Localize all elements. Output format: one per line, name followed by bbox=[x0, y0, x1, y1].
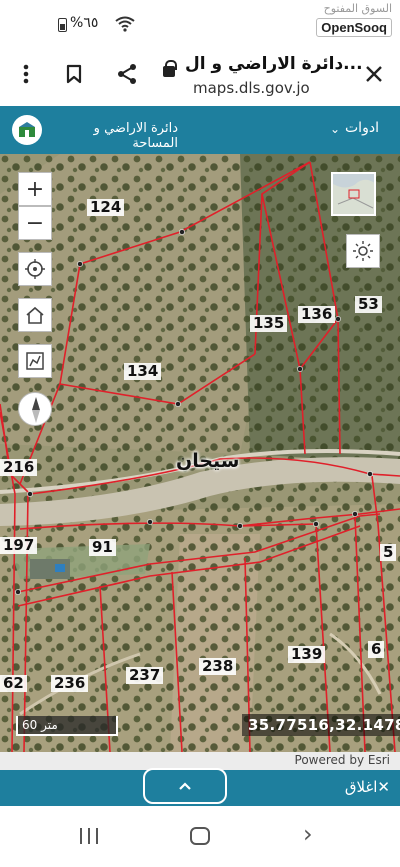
watermark-brand: OpenSooq bbox=[316, 18, 392, 37]
watermark-arabic: السوق المفتوح bbox=[323, 2, 392, 15]
parcel-label[interactable]: 6 bbox=[368, 641, 385, 658]
app-header: دائرة الاراضي و المساحة ⌄ ادوات bbox=[0, 106, 400, 154]
share-icon[interactable] bbox=[113, 60, 141, 88]
parcel-label[interactable]: 124 bbox=[87, 199, 125, 216]
battery-icon bbox=[58, 18, 67, 32]
system-nav-bar: › bbox=[0, 806, 400, 867]
basemap-toggle-sun-icon[interactable] bbox=[346, 234, 380, 268]
parcel-label[interactable]: 237 bbox=[126, 667, 164, 684]
home-icon[interactable] bbox=[18, 298, 52, 332]
close-label: اغلاق bbox=[344, 778, 378, 796]
chevron-down-icon[interactable]: ⌄ bbox=[330, 122, 340, 136]
close-tab-icon[interactable] bbox=[360, 60, 388, 88]
back-chevron-icon[interactable]: › bbox=[303, 820, 313, 848]
parcel-label[interactable]: 62 bbox=[0, 675, 27, 692]
bookmark-icon[interactable] bbox=[60, 60, 88, 88]
parcel-label[interactable]: 216 bbox=[0, 459, 38, 476]
coordinates-readout: 35.77516,32.14782 bbox=[242, 714, 400, 736]
parcel-label[interactable]: 139 bbox=[288, 646, 326, 663]
parcel-label[interactable]: 197 bbox=[0, 537, 38, 554]
parcel-label[interactable]: 91 bbox=[89, 539, 116, 556]
battery-level: %٦٥ bbox=[70, 15, 99, 31]
overview-map[interactable] bbox=[331, 172, 376, 216]
wifi-icon bbox=[115, 16, 135, 32]
browser-toolbar: دائرة الاراضي و ال... maps.dls.gov.jo bbox=[0, 44, 400, 106]
area-name-label: سيحان bbox=[176, 450, 240, 472]
compass-icon[interactable] bbox=[18, 392, 52, 426]
more-options-icon[interactable] bbox=[12, 60, 40, 88]
parcel-label[interactable]: 238 bbox=[199, 658, 237, 675]
attribution-text: Powered by Esri bbox=[294, 753, 390, 767]
lock-icon bbox=[163, 60, 177, 77]
url-text[interactable]: maps.dls.gov.jo bbox=[193, 79, 310, 97]
parcel-label[interactable]: 135 bbox=[250, 315, 288, 332]
measure-icon[interactable] bbox=[18, 344, 52, 378]
home-nav-icon[interactable] bbox=[190, 827, 210, 845]
dls-logo-icon bbox=[12, 115, 42, 145]
status-bar: %٦٥ السوق المفتوح OpenSooq bbox=[0, 0, 400, 44]
zoom-out-button[interactable]: − bbox=[18, 206, 52, 240]
tools-menu[interactable]: ادوات bbox=[345, 120, 379, 136]
bottom-panel: اغلاق✕ bbox=[0, 768, 400, 806]
chevron-up-icon bbox=[179, 782, 191, 790]
parcel-label[interactable]: 236 bbox=[51, 675, 89, 692]
parcel-label[interactable]: 5 bbox=[380, 544, 397, 561]
site-name: دائرة الاراضي و المساحة bbox=[93, 121, 178, 151]
expand-panel-button[interactable] bbox=[143, 768, 227, 804]
recent-apps-icon[interactable] bbox=[80, 828, 98, 844]
parcel-label[interactable]: 136 bbox=[298, 306, 336, 323]
zoom-in-button[interactable]: + bbox=[18, 172, 52, 206]
parcel-label[interactable]: 134 bbox=[124, 363, 162, 380]
scale-bar: 60 متر bbox=[16, 716, 118, 736]
map-view[interactable]: + − 124 53 136 135 134 216 197 91 5 139 … bbox=[0, 154, 400, 752]
close-icon: ✕ bbox=[377, 778, 390, 796]
page-title: دائرة الاراضي و ال... bbox=[185, 54, 363, 74]
watermark-logo: السوق المفتوح OpenSooq bbox=[316, 2, 392, 37]
parcel-label[interactable]: 53 bbox=[355, 296, 382, 313]
locate-icon[interactable] bbox=[18, 252, 52, 286]
close-panel-button[interactable]: اغلاق✕ bbox=[345, 778, 390, 796]
